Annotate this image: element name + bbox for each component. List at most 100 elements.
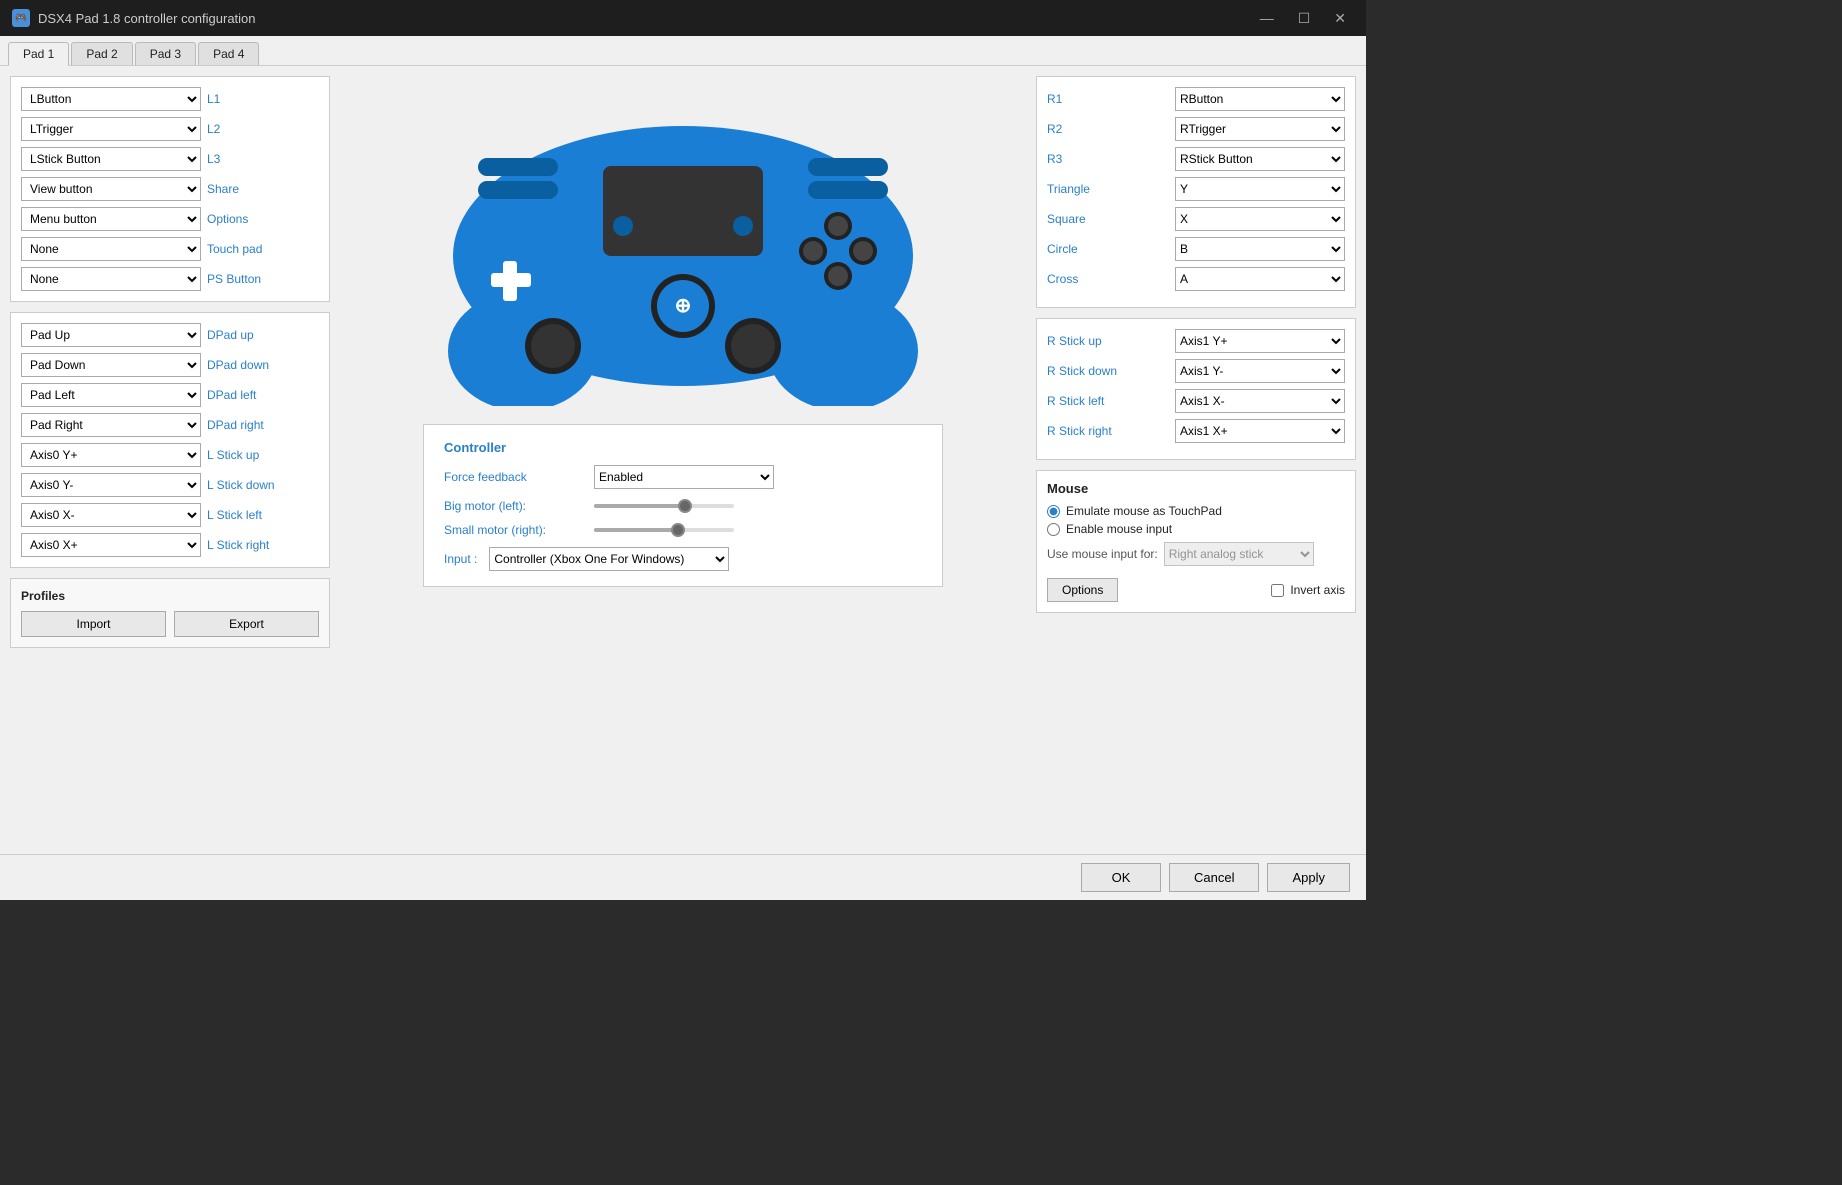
mouse-option1-row: Emulate mouse as TouchPad	[1047, 504, 1345, 518]
ok-button[interactable]: OK	[1081, 863, 1161, 892]
tab-pad4[interactable]: Pad 4	[198, 42, 259, 65]
apply-button[interactable]: Apply	[1267, 863, 1350, 892]
invert-axis-checkbox[interactable]	[1271, 584, 1284, 597]
input-device-select[interactable]: Controller (Xbox One For Windows)	[489, 547, 729, 571]
mouse-section: Mouse Emulate mouse as TouchPad Enable m…	[1036, 470, 1356, 613]
touchpad-select[interactable]: None	[21, 237, 201, 261]
psbutton-label: PS Button	[207, 272, 287, 286]
l2-select[interactable]: LTrigger	[21, 117, 201, 141]
force-feedback-select[interactable]: Enabled Disabled	[594, 465, 774, 489]
rstick-right-select[interactable]: Axis1 X+	[1175, 419, 1345, 443]
import-button[interactable]: Import	[21, 611, 166, 637]
export-button[interactable]: Export	[174, 611, 319, 637]
mapping-lstick-right: Axis0 X+ L Stick right	[21, 533, 319, 557]
mapping-l1: LButton L1	[21, 87, 319, 111]
window-title: DSX4 Pad 1.8 controller configuration	[38, 11, 256, 26]
force-feedback-label: Force feedback	[444, 470, 584, 484]
dpad-left-select[interactable]: Pad Left	[21, 383, 201, 407]
lstick-down-label: L Stick down	[207, 478, 287, 492]
controller-settings: Controller Force feedback Enabled Disabl…	[423, 424, 943, 587]
l3-label: L3	[207, 152, 287, 166]
mapping-rstick-down: R Stick down Axis1 Y-	[1047, 359, 1345, 383]
small-motor-row: Small motor (right):	[444, 523, 922, 537]
cross-label: Cross	[1047, 272, 1147, 286]
rstick-down-label: R Stick down	[1047, 364, 1147, 378]
dpad-mappings: Pad Up DPad up Pad Down DPad down Pad Le…	[10, 312, 330, 568]
options-label: Options	[207, 212, 287, 226]
title-bar: 🎮 DSX4 Pad 1.8 controller configuration …	[0, 0, 1366, 36]
dpad-up-label: DPad up	[207, 328, 287, 342]
mouse-options-button[interactable]: Options	[1047, 578, 1118, 602]
controller-image: ⊕	[423, 76, 943, 416]
r1-select[interactable]: RButton	[1175, 87, 1345, 111]
rstick-down-select[interactable]: Axis1 Y-	[1175, 359, 1345, 383]
mouse-input-select[interactable]: Right analog stick	[1164, 542, 1314, 566]
mapping-share: View button Share	[21, 177, 319, 201]
rstick-up-label: R Stick up	[1047, 334, 1147, 348]
lstick-right-label: L Stick right	[207, 538, 287, 552]
tab-pad2[interactable]: Pad 2	[71, 42, 132, 65]
profiles-buttons: Import Export	[21, 611, 319, 637]
r3-select[interactable]: RStick Button	[1175, 147, 1345, 171]
dpad-up-select[interactable]: Pad Up	[21, 323, 201, 347]
mapping-circle: Circle B	[1047, 237, 1345, 261]
mouse-input-for-row: Use mouse input for: Right analog stick	[1047, 542, 1345, 566]
mouse-touchpad-radio[interactable]	[1047, 505, 1060, 518]
l1-select[interactable]: LButton	[21, 87, 201, 111]
r2-select[interactable]: RTrigger	[1175, 117, 1345, 141]
small-motor-thumb[interactable]	[671, 523, 685, 537]
rstick-left-select[interactable]: Axis1 X-	[1175, 389, 1345, 413]
tab-pad1[interactable]: Pad 1	[8, 42, 69, 66]
mouse-touchpad-label: Emulate mouse as TouchPad	[1066, 504, 1222, 518]
small-motor-fill	[594, 528, 678, 532]
close-button[interactable]: ✕	[1326, 8, 1354, 29]
window-controls[interactable]: — ☐ ✕	[1252, 8, 1354, 29]
dpad-down-label: DPad down	[207, 358, 287, 372]
rstick-right-label: R Stick right	[1047, 424, 1147, 438]
lstick-left-label: L Stick left	[207, 508, 287, 522]
right-panel: R1 RButton R2 RTrigger R3 RStick Button …	[1036, 76, 1356, 844]
dpad-down-select[interactable]: Pad Down	[21, 353, 201, 377]
lstick-down-select[interactable]: Axis0 Y-	[21, 473, 201, 497]
cancel-button[interactable]: Cancel	[1169, 863, 1259, 892]
profiles-title: Profiles	[21, 589, 319, 603]
invert-axis-label: Invert axis	[1290, 583, 1345, 597]
tabs-bar: Pad 1 Pad 2 Pad 3 Pad 4	[0, 36, 1366, 66]
lstick-up-select[interactable]: Axis0 Y+	[21, 443, 201, 467]
cross-select[interactable]: A	[1175, 267, 1345, 291]
l3-select[interactable]: LStick Button	[21, 147, 201, 171]
maximize-button[interactable]: ☐	[1290, 8, 1319, 29]
mapping-rstick-left: R Stick left Axis1 X-	[1047, 389, 1345, 413]
big-motor-slider-container	[594, 504, 734, 508]
share-select[interactable]: View button	[21, 177, 201, 201]
l1-label: L1	[207, 92, 287, 106]
psbutton-select[interactable]: None	[21, 267, 201, 291]
rstick-up-select[interactable]: Axis1 Y+	[1175, 329, 1345, 353]
mapping-square: Square X	[1047, 207, 1345, 231]
mapping-cross: Cross A	[1047, 267, 1345, 291]
tab-pad3[interactable]: Pad 3	[135, 42, 196, 65]
lstick-left-select[interactable]: Axis0 X-	[21, 503, 201, 527]
mapping-lstick-up: Axis0 Y+ L Stick up	[21, 443, 319, 467]
invert-axis-row: Invert axis	[1271, 583, 1345, 597]
minimize-button[interactable]: —	[1252, 8, 1282, 29]
left-panel: LButton L1 LTrigger L2 LStick Button L3 …	[10, 76, 330, 844]
options-select[interactable]: Menu button	[21, 207, 201, 231]
big-motor-thumb[interactable]	[678, 499, 692, 513]
mouse-input-radio[interactable]	[1047, 523, 1060, 536]
r3-label: R3	[1047, 152, 1147, 166]
mapping-rstick-right: R Stick right Axis1 X+	[1047, 419, 1345, 443]
main-window: Pad 1 Pad 2 Pad 3 Pad 4 LButton L1 LTrig…	[0, 36, 1366, 900]
mapping-l2: LTrigger L2	[21, 117, 319, 141]
rstick-mappings: R Stick up Axis1 Y+ R Stick down Axis1 Y…	[1036, 318, 1356, 460]
dpad-right-select[interactable]: Pad Right	[21, 413, 201, 437]
profiles-section: Profiles Import Export	[10, 578, 330, 648]
mouse-title: Mouse	[1047, 481, 1345, 496]
circle-select[interactable]: B	[1175, 237, 1345, 261]
touchpad-label: Touch pad	[207, 242, 287, 256]
lstick-right-select[interactable]: Axis0 X+	[21, 533, 201, 557]
square-select[interactable]: X	[1175, 207, 1345, 231]
mouse-option2-row: Enable mouse input	[1047, 522, 1345, 536]
rstick-left-label: R Stick left	[1047, 394, 1147, 408]
triangle-select[interactable]: Y	[1175, 177, 1345, 201]
